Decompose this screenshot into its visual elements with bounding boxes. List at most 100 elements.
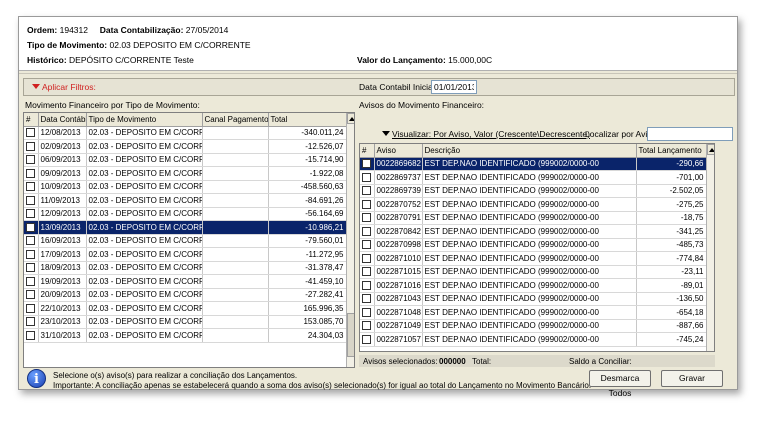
data-contabil-inicial-input[interactable] xyxy=(431,80,477,94)
row-checkbox[interactable] xyxy=(26,195,36,205)
row-checkbox-cell[interactable] xyxy=(360,251,375,266)
localizar-aviso-input[interactable] xyxy=(647,127,733,141)
table-row[interactable]: 0022871048 EST DEP.NAO IDENTIFICADO (9990… xyxy=(360,305,707,320)
row-checkbox-cell[interactable] xyxy=(24,261,39,275)
table-row[interactable]: 17/09/201302.03 - DEPOSITO EM C/CORRENTE… xyxy=(24,247,347,262)
row-checkbox[interactable] xyxy=(362,321,372,331)
row-checkbox[interactable] xyxy=(26,182,36,192)
row-checkbox-cell[interactable] xyxy=(360,197,375,212)
table-row[interactable]: 10/09/201302.03 - DEPOSITO EM C/CORRENTE… xyxy=(24,180,347,194)
col-header-data-contabil[interactable]: Data Contábil xyxy=(38,113,87,127)
row-checkbox-cell[interactable] xyxy=(360,278,375,293)
row-checkbox[interactable] xyxy=(26,317,36,327)
row-checkbox[interactable] xyxy=(362,253,372,263)
row-checkbox-cell[interactable] xyxy=(24,126,39,140)
row-checkbox[interactable] xyxy=(26,209,36,219)
row-checkbox-cell[interactable] xyxy=(360,332,375,347)
table-row[interactable]: 06/09/201302.03 - DEPOSITO EM C/CORRENTE… xyxy=(24,153,347,167)
table-row[interactable]: 0022871049 EST DEP.NAO IDENTIFICADO (9990… xyxy=(360,319,707,333)
row-checkbox[interactable] xyxy=(26,141,36,151)
row-checkbox[interactable] xyxy=(362,159,372,169)
row-checkbox-cell[interactable] xyxy=(24,328,39,343)
row-checkbox-cell[interactable] xyxy=(360,157,375,171)
visualizar-toggle[interactable]: Visualizar: Por Aviso, Valor (Crescente\… xyxy=(392,129,590,139)
table-row[interactable]: 23/10/201302.03 - DEPOSITO EM C/CORRENTE… xyxy=(24,315,347,329)
col-header-aviso[interactable]: Aviso xyxy=(374,144,423,158)
col-header-hash[interactable]: # xyxy=(24,113,39,127)
table-row[interactable]: 0022869739 EST DEP.NAO IDENTIFICADO (9990… xyxy=(360,184,707,198)
row-checkbox-cell[interactable] xyxy=(24,153,39,167)
row-checkbox-cell[interactable] xyxy=(360,238,375,252)
table-row[interactable]: 0022871010 EST DEP.NAO IDENTIFICADO (9990… xyxy=(360,251,707,266)
row-checkbox[interactable] xyxy=(362,294,372,304)
table-row[interactable]: 0022871043 EST DEP.NAO IDENTIFICADO (9990… xyxy=(360,292,707,306)
row-checkbox-cell[interactable] xyxy=(24,234,39,248)
row-checkbox[interactable] xyxy=(362,199,372,209)
row-checkbox-cell[interactable] xyxy=(24,166,39,181)
row-checkbox-cell[interactable] xyxy=(24,288,39,302)
table-row[interactable]: 19/09/201302.03 - DEPOSITO EM C/CORRENTE… xyxy=(24,274,347,289)
table-row[interactable]: 0022870998 EST DEP.NAO IDENTIFICADO (9990… xyxy=(360,238,707,252)
row-checkbox-cell[interactable] xyxy=(24,274,39,289)
right-scrollbar[interactable] xyxy=(706,144,714,351)
table-row[interactable]: 0022870791 EST DEP.NAO IDENTIFICADO (9990… xyxy=(360,211,707,225)
table-row[interactable]: 0022870752 EST DEP.NAO IDENTIFICADO (9990… xyxy=(360,197,707,212)
row-checkbox-cell[interactable] xyxy=(360,265,375,279)
scroll-thumb[interactable] xyxy=(347,313,354,357)
table-row[interactable]: 09/09/201302.03 - DEPOSITO EM C/CORRENTE… xyxy=(24,166,347,181)
table-row[interactable]: 0022870842 EST DEP.NAO IDENTIFICADO (9990… xyxy=(360,224,707,239)
row-checkbox[interactable] xyxy=(362,240,372,250)
row-checkbox[interactable] xyxy=(362,307,372,317)
row-checkbox-cell[interactable] xyxy=(24,247,39,262)
table-row[interactable]: 0022871057 EST DEP.NAO IDENTIFICADO (9990… xyxy=(360,332,707,347)
row-checkbox[interactable] xyxy=(362,186,372,196)
col-header-tipo-movimento[interactable]: Tipo de Movimento xyxy=(86,113,203,127)
row-checkbox[interactable] xyxy=(26,236,36,246)
row-checkbox[interactable] xyxy=(26,263,36,273)
table-row[interactable]: 31/10/201302.03 - DEPOSITO EM C/CORRENTE… xyxy=(24,328,347,343)
row-checkbox-cell[interactable] xyxy=(360,224,375,239)
row-checkbox[interactable] xyxy=(362,280,372,290)
row-checkbox-cell[interactable] xyxy=(360,184,375,198)
table-row[interactable]: 12/08/201302.03 - DEPOSITO EM C/CORRENTE… xyxy=(24,126,347,140)
scroll-up-button[interactable] xyxy=(347,113,354,124)
col-header-total[interactable]: Total xyxy=(268,113,347,127)
table-row[interactable]: 16/09/201302.03 - DEPOSITO EM C/CORRENTE… xyxy=(24,234,347,248)
row-checkbox[interactable] xyxy=(26,290,36,300)
gravar-button[interactable]: Gravar xyxy=(661,370,723,387)
row-checkbox[interactable] xyxy=(26,155,36,165)
row-checkbox[interactable] xyxy=(26,168,36,178)
row-checkbox-cell[interactable] xyxy=(360,305,375,320)
col-header-total-lancamento[interactable]: Total Lançamento xyxy=(636,144,707,158)
row-checkbox[interactable] xyxy=(26,249,36,259)
row-checkbox[interactable] xyxy=(26,128,36,138)
row-checkbox-cell[interactable] xyxy=(24,139,39,154)
col-header-descricao[interactable]: Descrição xyxy=(422,144,637,158)
row-checkbox[interactable] xyxy=(362,172,372,182)
row-checkbox-cell[interactable] xyxy=(24,315,39,329)
row-checkbox[interactable] xyxy=(362,267,372,277)
table-row[interactable]: 0022871015 EST DEP.NAO IDENTIFICADO (9990… xyxy=(360,265,707,279)
row-checkbox-cell[interactable] xyxy=(360,211,375,225)
table-row[interactable]: 02/09/201302.03 - DEPOSITO EM C/CORRENTE… xyxy=(24,139,347,154)
row-checkbox[interactable] xyxy=(26,222,36,232)
table-row[interactable]: 13/09/201302.03 - DEPOSITO EM C/CORRENTE… xyxy=(24,220,347,235)
table-row[interactable]: 22/10/201302.03 - DEPOSITO EM C/CORRENTE… xyxy=(24,301,347,316)
table-row[interactable]: 0022871016 EST DEP.NAO IDENTIFICADO (9990… xyxy=(360,278,707,293)
row-checkbox[interactable] xyxy=(362,226,372,236)
desmarca-todos-button[interactable]: Desmarca Todos xyxy=(589,370,651,398)
chevron-down-icon[interactable] xyxy=(32,84,40,89)
row-checkbox-cell[interactable] xyxy=(360,292,375,306)
row-checkbox[interactable] xyxy=(362,213,372,223)
aplicar-filtros-toggle[interactable]: Aplicar Filtros: xyxy=(42,82,96,92)
row-checkbox-cell[interactable] xyxy=(24,220,39,235)
row-checkbox-cell[interactable] xyxy=(360,319,375,333)
row-checkbox[interactable] xyxy=(362,334,372,344)
scroll-up-button[interactable] xyxy=(707,144,714,155)
col-header-hash[interactable]: # xyxy=(360,144,375,158)
table-row[interactable]: 0022869737 EST DEP.NAO IDENTIFICADO (9990… xyxy=(360,170,707,185)
row-checkbox-cell[interactable] xyxy=(24,207,39,221)
table-row[interactable]: 0022869682 EST DEP.NAO IDENTIFICADO (9990… xyxy=(360,157,707,171)
row-checkbox[interactable] xyxy=(26,276,36,286)
row-checkbox[interactable] xyxy=(26,330,36,340)
